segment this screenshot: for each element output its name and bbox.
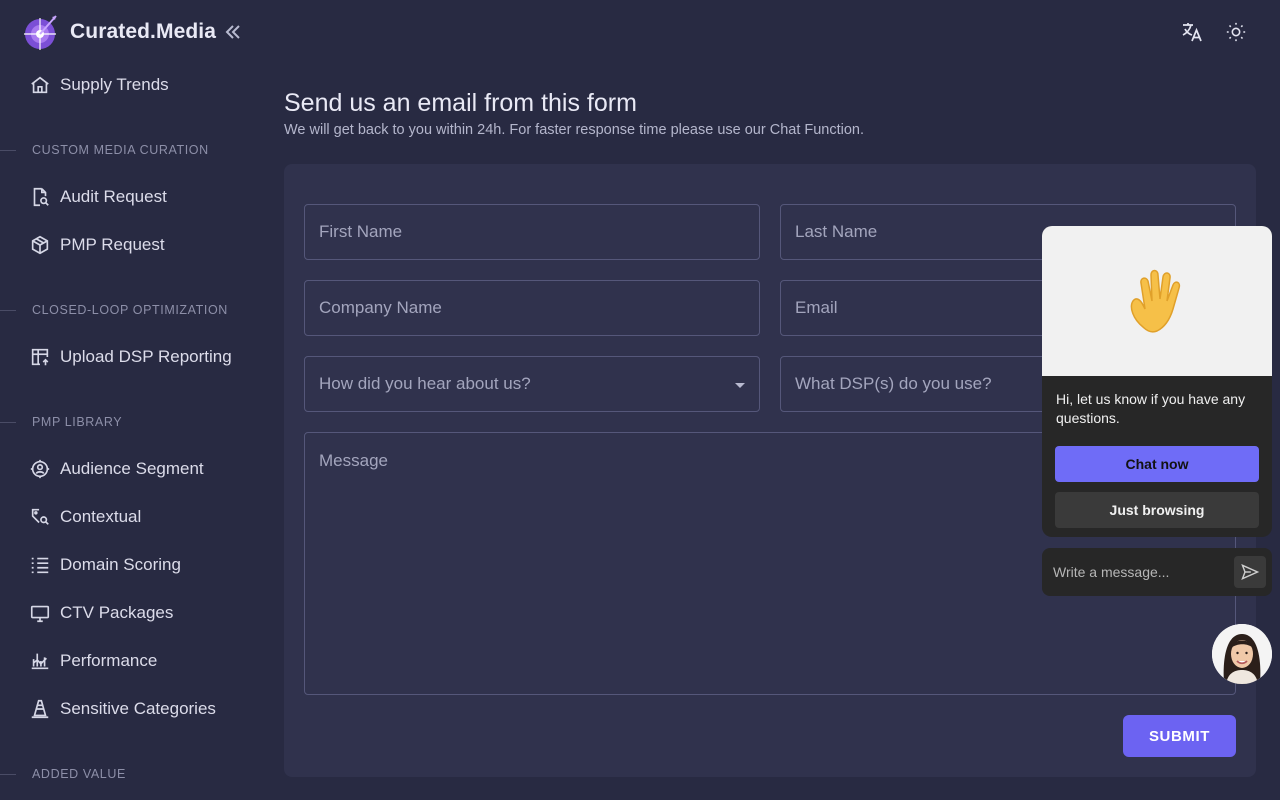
company-name-input[interactable]	[304, 280, 760, 336]
just-browsing-button[interactable]: Just browsing	[1055, 492, 1259, 528]
sidebar-item-label: CTV Packages	[60, 603, 174, 622]
cone-icon	[28, 697, 52, 721]
waving-hand-icon	[1130, 269, 1181, 333]
sidebar-item-label: Sensitive Categories	[60, 699, 216, 718]
section-title-closed-loop-optimization: CLOSED-LOOP OPTIMIZATION	[0, 302, 228, 318]
sun-icon[interactable]	[1224, 20, 1248, 44]
file-search-icon	[28, 185, 52, 209]
sidebar-item-label: Contextual	[60, 507, 142, 526]
brand[interactable]: Curated.Media	[22, 12, 242, 52]
chat-greeting: Hi, let us know if you have any question…	[1056, 391, 1246, 426]
sidebar-item-audit-request[interactable]: Audit Request	[28, 183, 167, 211]
chat-input-bar	[1042, 548, 1272, 596]
chat-agent-avatar[interactable]	[1212, 624, 1272, 684]
sidebar-item-supply-trends[interactable]: Supply Trends	[28, 71, 169, 99]
header-actions	[1180, 20, 1248, 44]
send-icon[interactable]	[1234, 556, 1266, 588]
hear-about-placeholder: How did you hear about us?	[319, 374, 531, 393]
table-upload-icon	[28, 345, 52, 369]
tag-search-icon	[28, 505, 52, 529]
sidebar-item-domain-scoring[interactable]: Domain Scoring	[28, 551, 181, 579]
sidebar-item-label: Domain Scoring	[60, 555, 181, 574]
tv-icon	[28, 601, 52, 625]
hear-about-select[interactable]: How did you hear about us?	[304, 356, 760, 412]
section-title-custom-media-curation: CUSTOM MEDIA CURATION	[0, 142, 209, 158]
submit-button[interactable]: SUBMIT	[1123, 715, 1236, 757]
sidebar-item-contextual[interactable]: Contextual	[28, 503, 141, 531]
sidebar-item-performance[interactable]: Performance	[28, 647, 157, 675]
collapse-sidebar-icon[interactable]	[224, 23, 242, 41]
brand-name: Curated.Media	[70, 20, 216, 43]
sidebar-item-label: Audit Request	[60, 187, 167, 206]
sidebar-item-label: Upload DSP Reporting	[60, 347, 232, 366]
sidebar-item-sensitive-categories[interactable]: Sensitive Categories	[28, 695, 216, 723]
chat-now-button[interactable]: Chat now	[1055, 446, 1259, 482]
section-title-pmp-library: PMP LIBRARY	[0, 414, 122, 430]
page-subtitle: We will get back to you within 24h. For …	[284, 122, 865, 138]
chat-message-input[interactable]	[1053, 558, 1223, 586]
chart-icon	[28, 649, 52, 673]
section-title-added-value: ADDED VALUE	[0, 766, 126, 782]
first-name-input[interactable]	[304, 204, 760, 260]
brand-logo-icon	[24, 15, 57, 50]
list-icon	[28, 553, 52, 577]
sidebar-item-label: Performance	[60, 651, 158, 670]
home-icon	[28, 73, 52, 97]
sidebar-item-pmp-request[interactable]: PMP Request	[28, 231, 165, 259]
chat-hero	[1042, 226, 1272, 376]
sidebar-item-upload-dsp-reporting[interactable]: Upload DSP Reporting	[28, 343, 232, 371]
chat-popup: Hi, let us know if you have any question…	[1042, 226, 1272, 537]
chevron-down-icon	[735, 383, 745, 388]
sidebar-item-ctv-packages[interactable]: CTV Packages	[28, 599, 173, 627]
translate-icon[interactable]	[1180, 20, 1204, 44]
sidebar-item-audience-segment[interactable]: Audience Segment	[28, 455, 204, 483]
sidebar-item-label: Audience Segment	[60, 459, 204, 478]
sidebar-item-label: PMP Request	[60, 235, 165, 254]
sidebar: Curated.Media Supply Trends CUSTOM MEDIA…	[0, 0, 260, 800]
sidebar-item-label: Supply Trends	[60, 75, 169, 94]
package-icon	[28, 233, 52, 257]
target-user-icon	[28, 457, 52, 481]
page-title: Send us an email from this form	[284, 89, 637, 117]
